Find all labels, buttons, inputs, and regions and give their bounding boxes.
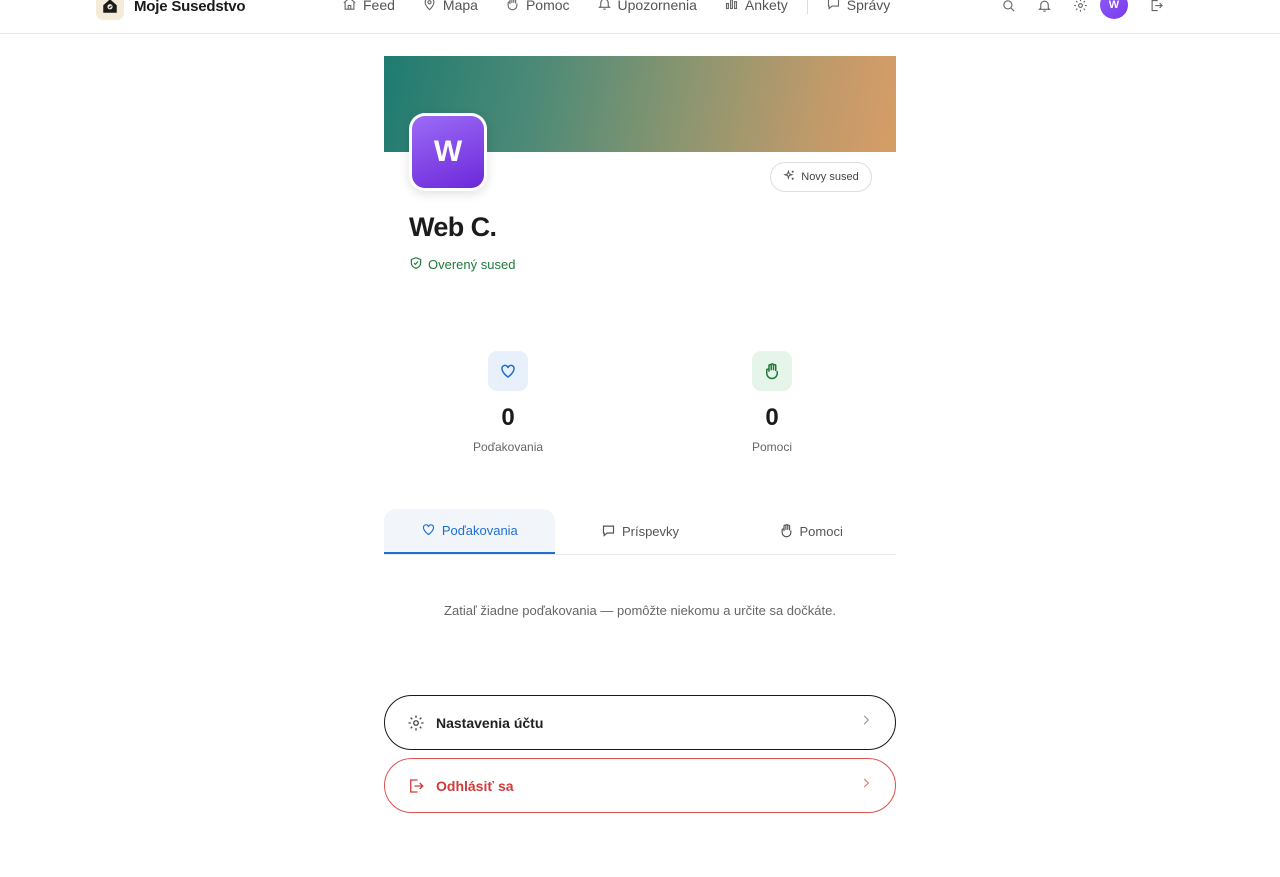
empty-state-message: Zatiaľ žiadne poďakovania — pomôžte niek… bbox=[444, 603, 836, 618]
new-neighbor-badge: Novy sused bbox=[770, 162, 872, 192]
search-icon[interactable] bbox=[1000, 0, 1016, 13]
profile-avatar: W bbox=[409, 113, 487, 191]
chevron-right-icon bbox=[859, 776, 873, 795]
tab-label: Pomoci bbox=[799, 524, 843, 539]
verified-label: Overený sused bbox=[428, 257, 516, 272]
chat-icon bbox=[601, 523, 616, 541]
main-nav: Feed Mapa Pomoc Upozornenia Ankety Správ… bbox=[342, 0, 917, 16]
bell-icon bbox=[597, 0, 612, 14]
nav-label: Správy bbox=[846, 0, 891, 13]
nav-item-feed[interactable]: Feed bbox=[342, 0, 395, 14]
hand-icon bbox=[779, 523, 794, 541]
stat-thanks: 0 Poďakovania bbox=[448, 351, 568, 454]
tab-label: Príspevky bbox=[621, 524, 680, 539]
logout-icon bbox=[407, 777, 425, 795]
profile-avatar-initial: W bbox=[412, 116, 484, 188]
nav-item-notifications[interactable]: Upozornenia bbox=[597, 0, 697, 14]
new-neighbor-label: Novy sused bbox=[801, 171, 859, 183]
stat-value: 0 bbox=[765, 404, 779, 431]
tab-label: Poďakovania bbox=[441, 523, 518, 538]
logout-button[interactable]: Odhlásiť sa bbox=[384, 758, 896, 813]
nav-item-help[interactable]: Pomoc bbox=[505, 0, 570, 14]
heart-icon bbox=[488, 351, 528, 391]
stat-value: 0 bbox=[501, 404, 515, 431]
nav-label: Mapa bbox=[442, 0, 478, 13]
verified-badge: Overený sused bbox=[409, 256, 515, 273]
tab-posts[interactable]: Príspevky bbox=[555, 509, 726, 554]
bar-chart-icon bbox=[724, 0, 739, 14]
logout-icon[interactable] bbox=[1148, 0, 1164, 13]
shield-check-icon bbox=[409, 256, 423, 273]
gear-icon[interactable] bbox=[1072, 0, 1088, 13]
hand-icon bbox=[752, 351, 792, 391]
nav-item-map[interactable]: Mapa bbox=[422, 0, 478, 14]
house-logo-icon bbox=[96, 0, 124, 20]
nav-label: Feed bbox=[363, 0, 395, 13]
sparkle-icon bbox=[783, 169, 796, 185]
bell-icon[interactable] bbox=[1036, 0, 1052, 13]
home-icon bbox=[342, 0, 357, 14]
chevron-right-icon bbox=[859, 713, 873, 732]
brand[interactable]: Moje Susedstvo bbox=[96, 0, 246, 20]
tab-helps[interactable]: Pomoci bbox=[725, 509, 896, 554]
user-avatar[interactable]: W bbox=[1100, 0, 1128, 19]
profile-name: Web C. bbox=[409, 212, 497, 242]
gear-icon bbox=[407, 714, 425, 732]
logout-label: Odhlásiť sa bbox=[436, 777, 514, 794]
tab-thanks[interactable]: Poďakovania bbox=[384, 509, 555, 554]
stat-label: Poďakovania bbox=[472, 440, 544, 454]
nav-label: Pomoc bbox=[525, 0, 570, 13]
account-settings-label: Nastavenia účtu bbox=[436, 714, 544, 731]
nav-item-polls[interactable]: Ankety bbox=[724, 0, 788, 14]
profile-tabs: Poďakovania Príspevky Pomoci bbox=[384, 509, 896, 555]
hand-icon bbox=[505, 0, 520, 14]
top-navbar: Moje Susedstvo Feed Mapa Pomoc Upozornen… bbox=[0, 0, 1280, 34]
nav-label: Ankety bbox=[744, 0, 788, 13]
stat-helps: 0 Pomoci bbox=[712, 351, 832, 454]
map-pin-icon bbox=[422, 0, 437, 14]
nav-label: Upozornenia bbox=[617, 0, 697, 13]
chat-icon bbox=[826, 0, 841, 14]
nav-actions: W bbox=[1000, 0, 1184, 19]
nav-divider bbox=[806, 0, 808, 14]
stat-label: Pomoci bbox=[751, 440, 792, 454]
brand-name: Moje Susedstvo bbox=[134, 0, 246, 15]
nav-item-messages[interactable]: Správy bbox=[826, 0, 891, 14]
account-settings-button[interactable]: Nastavenia účtu bbox=[384, 695, 896, 750]
heart-icon bbox=[421, 522, 436, 540]
